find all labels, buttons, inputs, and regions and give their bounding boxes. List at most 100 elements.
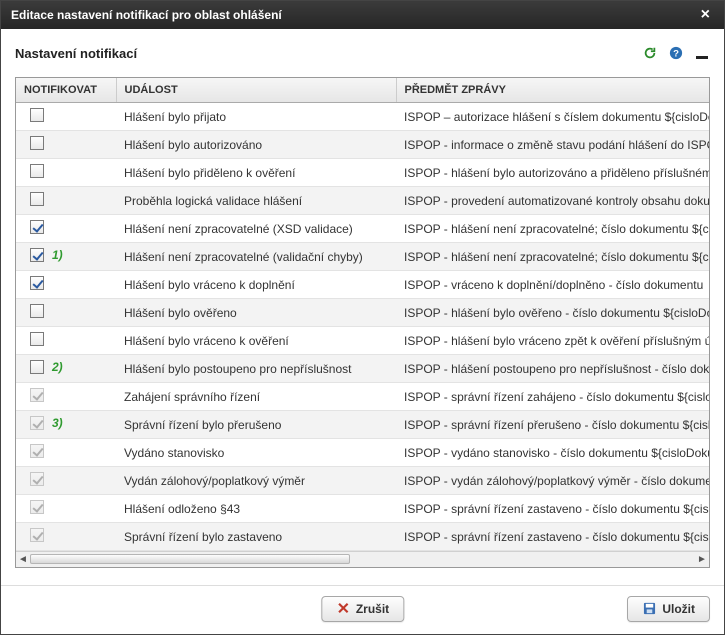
table-row: 3) Správní řízení bylo přerušenoISPOP - s… — [16, 411, 710, 439]
table-row: Zahájení správního řízeníISPOP - správní… — [16, 383, 710, 411]
notify-checkbox[interactable] — [30, 164, 44, 178]
section-header: Nastavení notifikací ? — [15, 43, 710, 67]
notify-checkbox[interactable] — [30, 220, 44, 234]
event-cell: Vydán zálohový/poplatkový výměr — [116, 467, 396, 495]
subject-cell: ISPOP - správní řízení zahájeno - číslo … — [396, 383, 710, 411]
row-annotation: 2) — [52, 360, 63, 374]
notify-checkbox[interactable] — [30, 332, 44, 346]
notify-cell — [16, 495, 116, 523]
notify-cell: 3) — [16, 411, 116, 439]
subject-cell: ISPOP - správní řízení zastaveno - číslo… — [396, 495, 710, 523]
help-icon[interactable]: ? — [668, 45, 684, 61]
notify-cell — [16, 271, 116, 299]
subject-cell: ISPOP - správní řízení přerušeno - číslo… — [396, 411, 710, 439]
col-header-subject[interactable]: PŘEDMĚT ZPRÁVY — [396, 78, 710, 103]
dialog-footer: Zrušit Uložit — [1, 585, 724, 634]
notify-checkbox — [30, 472, 44, 486]
header-toolbar: ? — [642, 45, 710, 61]
event-cell: Hlášení odloženo §43 — [116, 495, 396, 523]
event-cell: Hlášení bylo vráceno k doplnění — [116, 271, 396, 299]
notification-table: NOTIFIKOVAT UDÁLOST PŘEDMĚT ZPRÁVY Hláše… — [16, 78, 710, 551]
subject-cell: ISPOP - hlášení bylo autorizováno a přid… — [396, 159, 710, 187]
subject-cell: ISPOP - správní řízení zastaveno - číslo… — [396, 523, 710, 551]
subject-cell: ISPOP - hlášení není zpracovatelné; čísl… — [396, 243, 710, 271]
event-cell: Vydáno stanovisko — [116, 439, 396, 467]
cancel-icon — [336, 602, 350, 616]
section-title: Nastavení notifikací — [15, 46, 137, 61]
notify-cell — [16, 159, 116, 187]
col-header-notify[interactable]: NOTIFIKOVAT — [16, 78, 116, 103]
subject-cell: ISPOP – autorizace hlášení s číslem doku… — [396, 103, 710, 131]
subject-cell: ISPOP - hlášení není zpracovatelné; čísl… — [396, 215, 710, 243]
notify-cell — [16, 383, 116, 411]
horizontal-scrollbar[interactable]: ◄ ► — [16, 551, 709, 567]
subject-cell: ISPOP - hlášení bylo ověřeno - číslo dok… — [396, 299, 710, 327]
subject-cell: ISPOP - vydáno stanovisko - číslo dokume… — [396, 439, 710, 467]
event-cell: Hlášení bylo ověřeno — [116, 299, 396, 327]
table-row: Hlášení bylo přiděleno k ověřeníISPOP - … — [16, 159, 710, 187]
dialog-window: Editace nastavení notifikací pro oblast … — [0, 0, 725, 635]
table-row: Hlášení bylo autorizovánoISPOP - informa… — [16, 131, 710, 159]
notify-checkbox[interactable] — [30, 192, 44, 206]
notify-checkbox — [30, 416, 44, 430]
row-annotation: 3) — [52, 416, 63, 430]
table-row: Hlášení není zpracovatelné (XSD validace… — [16, 215, 710, 243]
subject-cell: ISPOP - hlášení bylo vráceno zpět k ověř… — [396, 327, 710, 355]
table-row: Hlášení bylo vráceno k doplněníISPOP - v… — [16, 271, 710, 299]
notify-cell — [16, 327, 116, 355]
event-cell: Správní řízení bylo přerušeno — [116, 411, 396, 439]
table-row: Hlášení odloženo §43ISPOP - správní říze… — [16, 495, 710, 523]
table-row: Hlášení bylo vráceno k ověřeníISPOP - hl… — [16, 327, 710, 355]
scroll-left-icon[interactable]: ◄ — [17, 553, 29, 565]
notify-cell — [16, 215, 116, 243]
table-row: 2) Hlášení bylo postoupeno pro nepříslušn… — [16, 355, 710, 383]
refresh-icon[interactable] — [642, 45, 658, 61]
subject-cell: ISPOP - hlášení postoupeno pro nepřísluš… — [396, 355, 710, 383]
close-icon[interactable]: × — [697, 7, 714, 23]
subject-cell: ISPOP - vydán zálohový/poplatkový výměr … — [396, 467, 710, 495]
event-cell: Hlášení není zpracovatelné (XSD validace… — [116, 215, 396, 243]
notify-checkbox[interactable] — [30, 276, 44, 290]
notify-cell — [16, 523, 116, 551]
event-cell: Správní řízení bylo zastaveno — [116, 523, 396, 551]
notify-cell — [16, 439, 116, 467]
notify-checkbox[interactable] — [30, 360, 44, 374]
event-cell: Hlášení bylo vráceno k ověření — [116, 327, 396, 355]
table-row: 1) Hlášení není zpracovatelné (validační … — [16, 243, 710, 271]
scroll-handle[interactable] — [30, 554, 350, 564]
notify-cell: 2) — [16, 355, 116, 383]
col-header-event[interactable]: UDÁLOST — [116, 78, 396, 103]
table-row: Hlášení bylo přijatoISPOP – autorizace h… — [16, 103, 710, 131]
minimize-icon[interactable] — [694, 45, 710, 61]
notify-checkbox — [30, 500, 44, 514]
notify-checkbox[interactable] — [30, 248, 44, 262]
save-button[interactable]: Uložit — [627, 596, 710, 622]
notify-checkbox — [30, 528, 44, 542]
notify-checkbox[interactable] — [30, 136, 44, 150]
notify-checkbox[interactable] — [30, 304, 44, 318]
event-cell: Zahájení správního řízení — [116, 383, 396, 411]
notify-checkbox — [30, 388, 44, 402]
scroll-right-icon[interactable]: ► — [696, 553, 708, 565]
subject-cell: ISPOP - vráceno k doplnění/doplněno - čí… — [396, 271, 710, 299]
table-row: Proběhla logická validace hlášeníISPOP -… — [16, 187, 710, 215]
event-cell: Hlášení není zpracovatelné (validační ch… — [116, 243, 396, 271]
table-row: Vydáno stanoviskoISPOP - vydáno stanovis… — [16, 439, 710, 467]
table-container: NOTIFIKOVAT UDÁLOST PŘEDMĚT ZPRÁVY Hláše… — [15, 77, 710, 568]
table-row: Správní řízení bylo zastavenoISPOP - spr… — [16, 523, 710, 551]
subject-cell: ISPOP - provedení automatizované kontrol… — [396, 187, 710, 215]
event-cell: Proběhla logická validace hlášení — [116, 187, 396, 215]
notify-cell — [16, 467, 116, 495]
row-annotation: 1) — [52, 248, 63, 262]
notify-cell — [16, 103, 116, 131]
notify-checkbox[interactable] — [30, 108, 44, 122]
save-icon — [642, 602, 656, 616]
event-cell: Hlášení bylo postoupeno pro nepříslušnos… — [116, 355, 396, 383]
cancel-button[interactable]: Zrušit — [321, 596, 404, 622]
event-cell: Hlášení bylo autorizováno — [116, 131, 396, 159]
notify-cell — [16, 299, 116, 327]
content-area: Nastavení notifikací ? — [1, 29, 724, 585]
notify-checkbox — [30, 444, 44, 458]
window-title: Editace nastavení notifikací pro oblast … — [11, 1, 282, 29]
notify-cell: 1) — [16, 243, 116, 271]
